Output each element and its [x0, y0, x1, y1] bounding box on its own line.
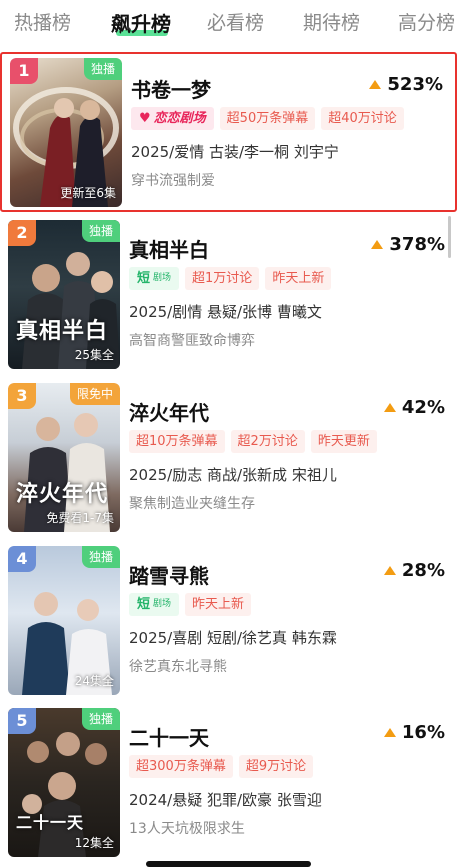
poster[interactable]: 1 独播 更新至6集: [10, 58, 122, 207]
home-indicator: [146, 861, 311, 867]
show-title[interactable]: 踏雪寻熊: [129, 560, 209, 589]
poster-title: 真相半白: [16, 319, 109, 344]
up-arrow-icon: [383, 728, 396, 737]
discussion-count-tag: 超2万讨论: [230, 430, 305, 453]
heat-value: 523%: [387, 74, 443, 95]
update-status-tag: 昨天上新: [185, 593, 252, 616]
show-description: 徐艺真东北寻熊: [129, 659, 227, 675]
show-meta: 2025/剧情 悬疑/张博 曹曦文: [129, 303, 322, 321]
heat-growth: 523%: [369, 74, 443, 95]
episode-status: 12集全: [74, 836, 114, 850]
show-title[interactable]: 淬火年代: [129, 397, 209, 426]
tab-hot[interactable]: 热播榜: [14, 8, 71, 35]
tag-row: 超300万条弹幕 超9万讨论: [129, 755, 314, 778]
rank-item-5[interactable]: 5 独播 二十一天 12集全 二十一天 16% 超300万条弹幕 超9万讨论 2…: [0, 702, 457, 862]
heat-value: 16%: [401, 722, 445, 743]
exclusive-badge: 独播: [81, 220, 120, 242]
discussion-count-tag: 超9万讨论: [238, 755, 314, 778]
discussion-count-tag: 超40万讨论: [321, 107, 404, 130]
heat-value: 28%: [401, 560, 445, 581]
rank-number: 3: [8, 383, 36, 409]
show-title[interactable]: 真相半白: [129, 234, 209, 263]
episode-status: 更新至6集: [60, 186, 116, 200]
heart-icon: ♥: [139, 111, 151, 126]
poster[interactable]: 5 独播 二十一天 12集全: [8, 708, 120, 857]
up-arrow-icon: [369, 80, 382, 89]
poster[interactable]: 4 独播 24集全: [8, 546, 120, 695]
exclusive-badge: 独播: [83, 58, 122, 80]
rank-item-3[interactable]: 3 限免中 淬火年代 免费看1-7集 淬火年代 42% 超10万条弹幕 超2万讨…: [0, 377, 457, 537]
tab-rising[interactable]: 飙升榜: [111, 8, 171, 37]
rank-number: 2: [8, 220, 36, 246]
scrollbar[interactable]: [448, 216, 451, 258]
rank-number: 5: [8, 708, 36, 734]
up-arrow-icon: [383, 566, 396, 575]
update-status-tag: 昨天上新: [265, 267, 332, 290]
show-meta: 2025/喜剧 短剧/徐艺真 韩东霖: [129, 629, 337, 647]
free-limited-badge: 限免中: [69, 383, 120, 405]
rank-number: 1: [10, 58, 38, 84]
short-drama-tag: 短剧场: [129, 593, 180, 616]
danmaku-count-tag: 超300万条弹幕: [129, 755, 233, 778]
rank-number: 4: [8, 546, 36, 572]
ranking-tabs: 热播榜 飙升榜 必看榜 期待榜 高分榜: [0, 0, 457, 46]
show-meta: 2025/爱情 古装/李一桐 刘宇宁: [131, 143, 339, 161]
heat-growth: 42%: [383, 397, 445, 418]
tag-row: 短剧场 超1万讨论 昨天上新: [129, 267, 332, 290]
platform-tag: ♥ 恋恋剧场: [131, 107, 214, 130]
episode-status: 25集全: [74, 348, 114, 362]
poster[interactable]: 2 独播 真相半白 25集全: [8, 220, 120, 369]
show-title[interactable]: 二十一天: [129, 722, 209, 751]
tab-must-watch[interactable]: 必看榜: [207, 8, 264, 35]
rank-item-4[interactable]: 4 独播 24集全 踏雪寻熊 28% 短剧场 昨天上新 2025/喜剧 短剧/徐…: [0, 540, 457, 700]
tag-row: 超10万条弹幕 超2万讨论 昨天更新: [129, 430, 377, 453]
show-description: 穿书流强制爱: [131, 173, 215, 189]
up-arrow-icon: [383, 403, 396, 412]
episode-status: 免费看1-7集: [46, 511, 114, 525]
short-drama-tag: 短剧场: [129, 267, 180, 290]
episode-status: 24集全: [74, 674, 114, 688]
heat-value: 42%: [401, 397, 445, 418]
poster-title: 淬火年代: [16, 482, 109, 507]
heat-growth: 16%: [383, 722, 445, 743]
exclusive-badge: 独播: [81, 546, 120, 568]
poster-title: 二十一天: [16, 813, 85, 832]
heat-growth: 28%: [383, 560, 445, 581]
tag-row: ♥ 恋恋剧场 超50万条弹幕 超40万讨论: [131, 107, 404, 130]
tag-row: 短剧场 昨天上新: [129, 593, 252, 616]
discussion-count-tag: 超1万讨论: [185, 267, 260, 290]
show-description: 高智商警匪致命博弈: [129, 333, 255, 349]
rank-item-2[interactable]: 2 独播 真相半白 25集全 真相半白 378% 短剧场 超1万讨论 昨天上新 …: [0, 214, 457, 374]
show-title[interactable]: 书卷一梦: [131, 74, 211, 103]
update-status-tag: 昨天更新: [310, 430, 377, 453]
exclusive-badge: 独播: [81, 708, 120, 730]
rank-item-1[interactable]: 1 独播 更新至6集 书卷一梦 523% ♥ 恋恋剧场 超50万条弹幕 超40万讨…: [0, 52, 457, 212]
up-arrow-icon: [371, 240, 384, 249]
tab-anticipated[interactable]: 期待榜: [303, 8, 360, 35]
show-description: 13人天坑极限求生: [129, 821, 245, 837]
show-meta: 2024/悬疑 犯罪/欧豪 张雪迎: [129, 791, 322, 809]
tab-high-score[interactable]: 高分榜: [398, 8, 455, 35]
poster[interactable]: 3 限免中 淬火年代 免费看1-7集: [8, 383, 120, 532]
danmaku-count-tag: 超10万条弹幕: [129, 430, 225, 453]
show-meta: 2025/励志 商战/张新成 宋祖儿: [129, 466, 337, 484]
heat-value: 378%: [389, 234, 445, 255]
heat-growth: 378%: [371, 234, 445, 255]
danmaku-count-tag: 超50万条弹幕: [219, 107, 316, 130]
show-description: 聚焦制造业夹缝生存: [129, 496, 255, 512]
